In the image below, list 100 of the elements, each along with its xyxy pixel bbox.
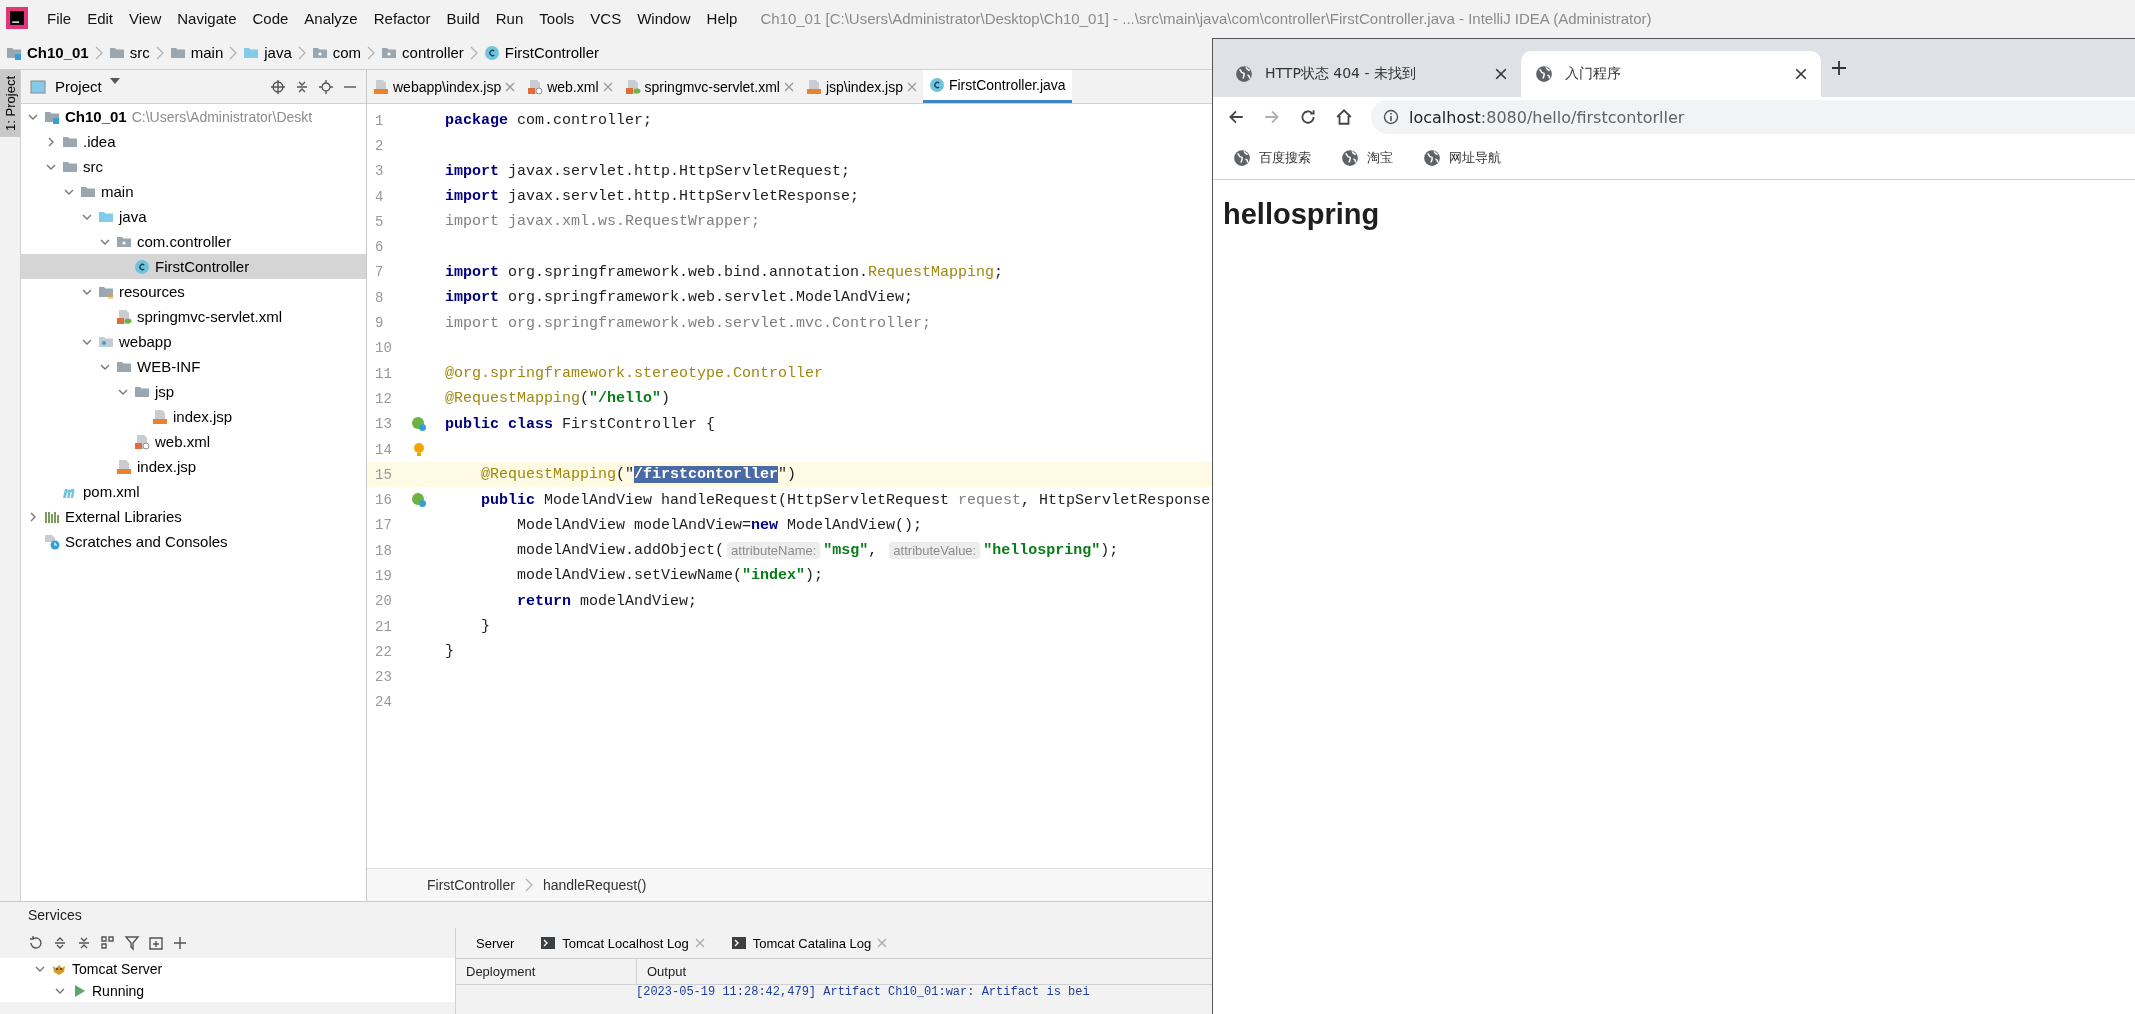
code-line: @RequestMapping("/firstcontorller") bbox=[480, 466, 797, 484]
tree-item[interactable]: pom.xml bbox=[21, 479, 366, 504]
tree-item[interactable]: web.xml bbox=[21, 429, 366, 454]
menu-item[interactable]: Analyze bbox=[297, 5, 365, 31]
tree-item[interactable]: Tomcat Server bbox=[0, 958, 455, 980]
new-tab-icon[interactable] bbox=[1831, 60, 1847, 76]
tree-label: web.xml bbox=[155, 433, 210, 450]
tree-item[interactable]: jsp bbox=[21, 379, 366, 404]
breadcrumb-item[interactable]: handleRequest() bbox=[542, 877, 647, 893]
bean-gutter-icon bbox=[411, 492, 427, 509]
menu-item[interactable]: Run bbox=[488, 5, 531, 31]
add-icon[interactable] bbox=[172, 935, 188, 951]
tree-item[interactable]: webapp bbox=[21, 329, 366, 354]
tree-label: com.controller bbox=[137, 233, 232, 250]
breadcrumb-item[interactable]: FirstController bbox=[427, 877, 515, 893]
jsp-file-icon bbox=[805, 78, 822, 95]
menu-item[interactable]: VCS bbox=[583, 5, 629, 31]
code-line: import org.springframework.web.bind.annotation.RequestMapping; bbox=[444, 263, 1004, 281]
breadcrumb-item[interactable]: src bbox=[108, 44, 150, 61]
tree-item[interactable]: java bbox=[21, 204, 366, 229]
panel-tab[interactable]: Tomcat Catalina Log bbox=[724, 934, 894, 952]
chevron-right-icon bbox=[297, 45, 306, 60]
breadcrumb-item[interactable]: com bbox=[311, 44, 362, 61]
line-number: 11 bbox=[374, 365, 393, 382]
expand-all-icon[interactable] bbox=[52, 935, 68, 951]
line-number: 22 bbox=[374, 643, 393, 660]
menu-item[interactable]: Refactor bbox=[366, 5, 438, 31]
code-line: modelAndView.addObject( attributeName: "msg", attributeValue: "hellospring"); bbox=[516, 542, 1119, 560]
menu-item[interactable]: Tools bbox=[532, 5, 582, 31]
line-number: 13 bbox=[374, 416, 393, 433]
tree-item[interactable]: WEB-INF bbox=[21, 354, 366, 379]
editor-tab[interactable]: FirstController.java bbox=[922, 70, 1072, 103]
view-dropdown[interactable]: Project bbox=[55, 78, 120, 95]
editor-tab[interactable]: springmvc-servlet.xml bbox=[618, 70, 800, 103]
new-tab-icon[interactable] bbox=[148, 935, 164, 951]
code-line: @RequestMapping("/hello") bbox=[444, 390, 671, 408]
breadcrumb-item[interactable]: FirstController bbox=[483, 44, 599, 61]
page-heading: hellospring bbox=[1223, 198, 1381, 231]
tree-item[interactable]: index.jsp bbox=[21, 404, 366, 429]
close-icon[interactable] bbox=[1795, 68, 1807, 80]
editor-tab[interactable]: web.xml bbox=[521, 70, 619, 103]
chevron-right-icon bbox=[469, 45, 478, 60]
menu-item[interactable]: Code bbox=[245, 5, 296, 31]
xml-file-icon bbox=[134, 433, 150, 450]
line-number: 17 bbox=[374, 517, 393, 534]
line-number: 3 bbox=[374, 163, 385, 180]
address-bar[interactable]: localhost:8080/hello/firstcontorller bbox=[1371, 100, 2135, 134]
window-title: Ch10_01 [C:\Users\Administrator\Desktop\Ch10_01] - ...\src\main\java\com\controller\FirstController.java - IntelliJ IDEA (Administrator) bbox=[760, 9, 1652, 27]
panel-tab[interactable]: Tomcat Localhost Log bbox=[534, 934, 711, 952]
rerun-icon[interactable] bbox=[28, 935, 44, 951]
editor-tab[interactable]: jsp\index.jsp bbox=[799, 70, 923, 103]
bookmark[interactable]: 百度搜索 bbox=[1227, 148, 1317, 168]
code-line: return modelAndView; bbox=[516, 592, 698, 610]
info-icon bbox=[1383, 109, 1399, 125]
bookmark[interactable]: 淘宝 bbox=[1335, 148, 1399, 168]
browser-tab[interactable]: HTTP状态 404 - 未找到 bbox=[1221, 51, 1521, 97]
tree-item[interactable]: .idea bbox=[21, 129, 366, 154]
tree-label: java bbox=[119, 208, 147, 225]
menu-item[interactable]: Window bbox=[630, 5, 698, 31]
browser-tab[interactable]: 入门程序 bbox=[1521, 51, 1821, 97]
home-button[interactable] bbox=[1335, 108, 1353, 126]
back-button[interactable] bbox=[1227, 108, 1245, 126]
panel-tab[interactable]: Server bbox=[470, 934, 521, 952]
menu-item[interactable]: File bbox=[40, 5, 79, 31]
tree-item[interactable]: com.controller bbox=[21, 229, 366, 254]
tree-item[interactable]: resources bbox=[21, 279, 366, 304]
breadcrumb-item[interactable]: Ch10_01 bbox=[6, 44, 89, 61]
editor-tab[interactable]: webapp\index.jsp bbox=[367, 70, 522, 103]
bookmark[interactable]: 网址导航 bbox=[1417, 148, 1507, 168]
breadcrumb-item[interactable]: controller bbox=[381, 44, 464, 61]
close-icon[interactable] bbox=[1495, 68, 1507, 80]
menu-item[interactable]: Help bbox=[699, 5, 745, 31]
tree-item[interactable]: index.jsp bbox=[21, 454, 366, 479]
chevron-right-icon bbox=[367, 45, 376, 60]
tree-item[interactable]: src bbox=[21, 154, 366, 179]
group-icon[interactable] bbox=[100, 935, 116, 951]
collapse-all-icon[interactable] bbox=[76, 935, 92, 951]
class-icon bbox=[483, 44, 500, 61]
tree-item[interactable]: main bbox=[21, 179, 366, 204]
menu-item[interactable]: Navigate bbox=[170, 5, 244, 31]
tree-item[interactable]: External Libraries bbox=[21, 504, 366, 529]
line-number: 24 bbox=[374, 694, 393, 711]
globe-icon bbox=[1423, 149, 1441, 167]
project-tool-tab[interactable]: 1: Project bbox=[0, 70, 20, 137]
filter-icon[interactable] bbox=[124, 935, 140, 951]
menu-item[interactable]: View bbox=[122, 5, 169, 31]
line-number: 16 bbox=[374, 492, 393, 509]
tree-item[interactable]: springmvc-servlet.xml bbox=[21, 304, 366, 329]
window-icon bbox=[29, 78, 47, 95]
reload-button[interactable] bbox=[1299, 108, 1317, 126]
code-line: @org.springframework.stereotype.Controller bbox=[444, 365, 824, 383]
tree-item[interactable]: FirstController bbox=[21, 254, 366, 279]
crosshair-icon[interactable] bbox=[270, 78, 286, 95]
menu-item[interactable]: Edit bbox=[80, 5, 121, 31]
breadcrumb-item[interactable]: java bbox=[243, 44, 292, 61]
tree-item[interactable]: Scratches and Consoles bbox=[21, 529, 366, 554]
menu-item[interactable]: Build bbox=[439, 5, 487, 31]
tree-item[interactable]: Ch10_01 C:\Users\Administrator\Deskt bbox=[21, 104, 366, 129]
breadcrumb-item[interactable]: main bbox=[169, 44, 224, 61]
tree-item[interactable]: Running bbox=[0, 980, 455, 1002]
